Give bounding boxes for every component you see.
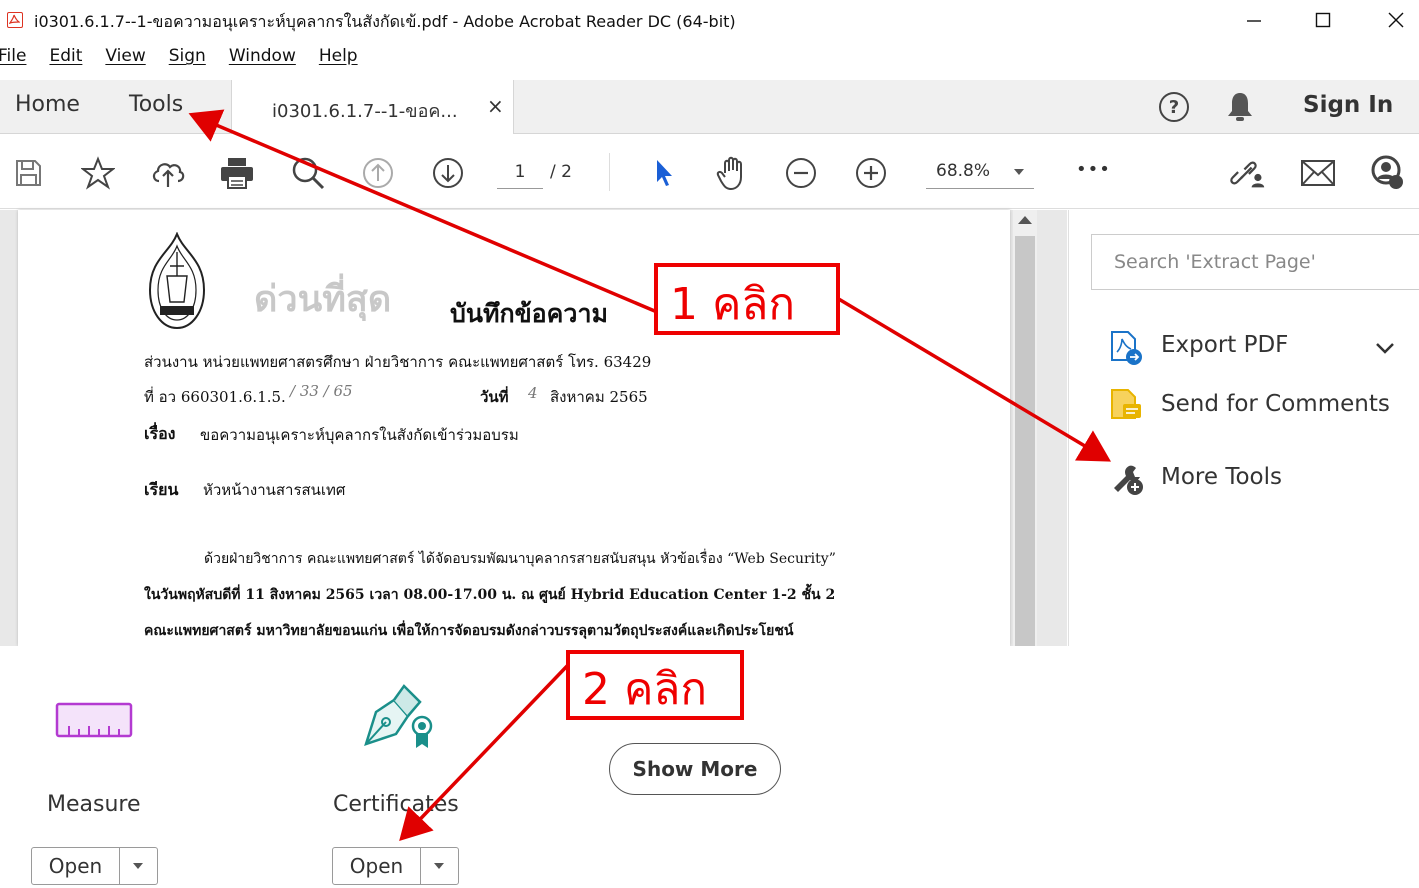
close-tab-icon[interactable]: ×: [487, 94, 504, 118]
save-icon[interactable]: [10, 155, 46, 191]
tab-bar: Home Tools i0301.6.1.7--1-ขอค... × ? Sig…: [0, 80, 1419, 134]
send-for-comments-label[interactable]: Send for Comments: [1161, 391, 1390, 417]
vertical-scrollbar[interactable]: [1013, 210, 1037, 646]
menu-view[interactable]: View: [105, 46, 145, 74]
scroll-up-arrow-icon[interactable]: [1018, 216, 1032, 224]
step1-callout: 1 คลิก: [654, 263, 840, 335]
window-title: i0301.6.1.7--1-ขอความอนุเคราะห์บุคลากรใน…: [34, 12, 736, 31]
tab-document[interactable]: i0301.6.1.7--1-ขอค... ×: [231, 80, 514, 134]
body-line-1: ด้วยฝ่ายวิชาการ คณะแพทยศาสตร์ ได้จัดอบรม…: [204, 551, 836, 567]
menu-edit[interactable]: Edit: [49, 46, 82, 74]
search-zoom-icon[interactable]: [290, 155, 326, 191]
tab-home[interactable]: Home: [15, 92, 80, 117]
share-link-icon[interactable]: [1230, 155, 1266, 191]
title-bar: i0301.6.1.7--1-ขอความอนุเคราะห์บุคลากรใน…: [0, 0, 1419, 42]
handwritten-reference: / 33 / 65: [290, 382, 353, 400]
help-icon[interactable]: ?: [1157, 90, 1191, 128]
hand-tool-icon[interactable]: [715, 155, 751, 191]
ruler-icon: [55, 702, 133, 742]
date-label: วันที่: [480, 388, 509, 406]
date-value: สิงหาคม 2565: [550, 388, 648, 406]
email-icon[interactable]: [1300, 155, 1336, 191]
measure-open-button[interactable]: Open: [31, 847, 158, 885]
handwritten-day: 4: [528, 384, 538, 402]
print-icon[interactable]: [219, 155, 255, 191]
to-label: เรียน: [144, 480, 179, 499]
zoom-level-value: 68.8%: [936, 161, 991, 181]
send-comments-icon: [1109, 388, 1143, 428]
more-tools-icon: [1109, 460, 1145, 500]
select-cursor-icon[interactable]: [646, 155, 682, 191]
pdf-page: ด่วนที่สุด บันทึกข้อความ ส่วนงาน หน่วยแพ…: [18, 210, 1010, 646]
measure-open-label[interactable]: Open: [32, 848, 120, 884]
minimize-button[interactable]: [1234, 6, 1274, 34]
memo-heading: บันทึกข้อความ: [450, 299, 608, 328]
menu-file[interactable]: File: [0, 46, 26, 74]
menu-window[interactable]: Window: [229, 46, 296, 74]
measure-tool-label: Measure: [47, 792, 141, 817]
document-tab-label: i0301.6.1.7--1-ขอค...: [272, 101, 458, 122]
to-text: หัวหน้างานสารสนเทศ: [203, 481, 346, 499]
zoom-out-icon[interactable]: [783, 155, 819, 191]
subject-label: เรื่อง: [144, 424, 176, 443]
certificate-pen-icon: [356, 682, 436, 758]
certificates-tool-label: Certificates: [333, 792, 459, 817]
body-line-3: คณะแพทยศาสตร์ มหาวิทยาลัยขอนแก่น เพื่อให…: [144, 623, 794, 639]
page-total: / 2: [550, 162, 572, 182]
add-user-icon[interactable]: [1368, 155, 1408, 191]
show-more-button[interactable]: Show More: [609, 743, 781, 795]
department-line: ส่วนงาน หน่วยแพทยศาสตรศึกษา ฝ่ายวิชาการ …: [144, 353, 652, 371]
chevron-down-icon[interactable]: [421, 848, 457, 884]
urgency-stamp: ด่วนที่สุด: [254, 278, 392, 320]
chevron-down-icon[interactable]: [1375, 340, 1395, 359]
tools-right-pane: Search 'Extract Page' Export PDF Send fo…: [1068, 210, 1419, 646]
subject-text: ขอความอนุเคราะห์บุคลากรในสังกัดเข้าร่วมอ…: [200, 426, 519, 444]
page-number-input[interactable]: 1: [497, 159, 543, 189]
toolbar-divider: [609, 153, 610, 191]
main-toolbar: 1 / 2 68.8% •••: [0, 135, 1419, 209]
maximize-button[interactable]: [1303, 6, 1343, 34]
certificates-open-button[interactable]: Open: [332, 847, 459, 885]
certificates-open-label[interactable]: Open: [333, 848, 421, 884]
body-line-2: ในวันพฤหัสบดีที่ 11 สิงหาคม 2565 เวลา 08…: [144, 587, 836, 603]
menu-help[interactable]: Help: [319, 46, 358, 74]
reference-number: ที่ อว 660301.6.1.5.: [144, 388, 286, 406]
chevron-down-icon: [1014, 169, 1024, 175]
previous-page-icon[interactable]: [360, 155, 396, 191]
next-page-icon[interactable]: [430, 155, 466, 191]
tab-tools[interactable]: Tools: [129, 92, 183, 117]
more-options-icon[interactable]: •••: [1076, 159, 1111, 180]
tools-search-input[interactable]: Search 'Extract Page': [1091, 234, 1419, 290]
document-viewer[interactable]: ด่วนที่สุด บันทึกข้อความ ส่วนงาน หน่วยแพ…: [0, 210, 1067, 646]
notifications-bell-icon[interactable]: [1226, 90, 1254, 128]
menu-sign[interactable]: Sign: [169, 46, 206, 74]
export-pdf-label[interactable]: Export PDF: [1161, 332, 1288, 358]
export-pdf-icon: [1109, 330, 1143, 370]
acrobat-app-icon: [7, 12, 23, 28]
close-window-button[interactable]: [1376, 6, 1416, 34]
scrollbar-thumb[interactable]: [1015, 236, 1035, 646]
more-tools-label[interactable]: More Tools: [1161, 464, 1282, 490]
step2-callout: 2 คลิก: [566, 650, 744, 720]
svg-text:?: ?: [1169, 97, 1179, 118]
university-emblem-logo: [144, 231, 210, 336]
bookmark-star-icon[interactable]: [80, 155, 116, 191]
chevron-down-icon[interactable]: [120, 848, 156, 884]
zoom-level-dropdown[interactable]: 68.8%: [926, 157, 1034, 189]
sign-in-link[interactable]: Sign In: [1303, 92, 1393, 118]
menu-bar: File Edit View Sign Window Help: [0, 46, 381, 74]
cloud-upload-icon[interactable]: [150, 155, 186, 191]
zoom-in-icon[interactable]: [853, 155, 889, 191]
